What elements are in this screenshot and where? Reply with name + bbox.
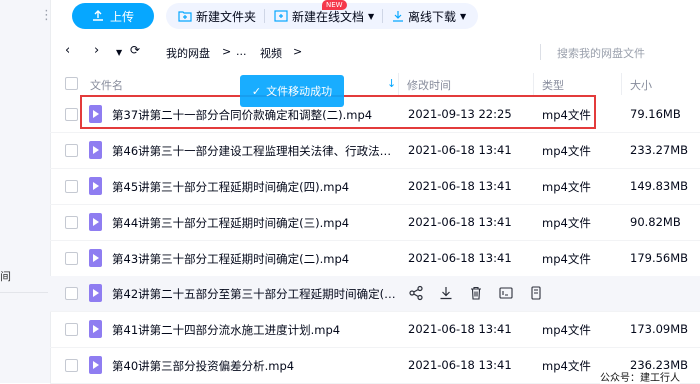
forward-icon[interactable]: ›	[94, 43, 99, 58]
left-sidebar: ⋮ 间	[0, 0, 53, 383]
file-name[interactable]: 第40讲第三部分投资偏差分析.mp4	[112, 358, 402, 374]
file-type: mp4文件	[542, 180, 591, 194]
sidebar-fragment-label[interactable]: 间	[0, 268, 11, 284]
file-modified: 2021-06-18 13:41	[408, 251, 512, 265]
row-checkbox[interactable]	[65, 323, 78, 336]
file-name[interactable]: 第44讲第三十部分工程延期时间确定(三).mp4	[112, 215, 402, 231]
download-icon	[393, 11, 403, 22]
column-type-header[interactable]: 类型	[542, 77, 564, 93]
file-name[interactable]: 第41讲第二十四部分流水施工进度计划.mp4	[112, 322, 402, 338]
file-type: mp4文件	[542, 359, 591, 373]
file-type: mp4文件	[542, 252, 591, 266]
breadcrumb-ellipsis[interactable]: ...	[236, 45, 247, 58]
table-row[interactable]: 第43讲第三十部分工程延期时间确定(二).mp4 2021-06-18 13:4…	[50, 241, 700, 277]
column-divider	[621, 73, 622, 95]
upload-button[interactable]: 上传	[72, 3, 154, 29]
delete-icon[interactable]	[468, 285, 484, 301]
file-size: 149.83MB	[630, 179, 689, 193]
column-size-header[interactable]: 大小	[630, 77, 652, 93]
breadcrumb-separator: >	[222, 45, 232, 58]
file-type: mp4文件	[542, 323, 591, 337]
file-type: mp4文件	[542, 144, 591, 158]
new-online-doc-label: 新建在线文档	[292, 9, 365, 24]
share-icon[interactable]	[408, 285, 424, 301]
file-modified: 2021-06-18 13:41	[408, 143, 512, 157]
file-name[interactable]: 第46讲第三十一部分建设工程监理相关法律、行政法规及...	[112, 143, 402, 159]
breadcrumb-root[interactable]: 我的网盘	[166, 45, 210, 61]
more-options-icon[interactable]	[528, 285, 544, 301]
row-checkbox[interactable]	[65, 287, 78, 300]
table-row[interactable]: 第41讲第二十四部分流水施工进度计划.mp4 2021-06-18 13:41 …	[50, 312, 700, 348]
new-badge: NEW	[322, 0, 347, 10]
table-header: 文件名 ↓ 修改时间 类型 大小	[50, 73, 700, 95]
row-checkbox[interactable]	[65, 180, 78, 193]
search-divider	[540, 44, 541, 60]
breadcrumb-video[interactable]: 视频	[260, 45, 282, 61]
file-type: mp4文件	[542, 216, 591, 230]
file-size: 233.27MB	[630, 143, 689, 157]
video-file-icon	[89, 141, 102, 159]
toast-message: 文件移动成功	[266, 85, 333, 98]
table-row[interactable]: 第46讲第三十一部分建设工程监理相关法律、行政法规及... 2021-06-18…	[50, 133, 700, 169]
file-size: 90.82MB	[630, 215, 681, 229]
refresh-icon[interactable]: ⟳	[130, 43, 140, 57]
search-input[interactable]: 搜索我的网盘文件	[557, 45, 645, 61]
new-folder-button[interactable]: 新建文件夹	[178, 3, 256, 29]
row-checkbox[interactable]	[65, 108, 78, 121]
rename-icon[interactable]	[498, 285, 514, 301]
sidebar-divider	[0, 292, 48, 293]
row-checkbox[interactable]	[65, 359, 78, 372]
row-checkbox[interactable]	[65, 216, 78, 229]
table-row[interactable]: 第44讲第三十部分工程延期时间确定(三).mp4 2021-06-18 13:4…	[50, 205, 700, 241]
table-row[interactable]: 第45讲第三十部分工程延期时间确定(四).mp4 2021-06-18 13:4…	[50, 169, 700, 205]
file-size: 79.16MB	[630, 107, 681, 121]
file-name[interactable]: 第42讲第二十五部分至第三十部分工程延期时间确定(一)....	[112, 286, 402, 302]
select-all-checkbox[interactable]	[65, 77, 78, 90]
chevron-down-icon: ▼	[460, 11, 467, 21]
row-checkbox[interactable]	[65, 144, 78, 157]
file-name[interactable]: 第43讲第三十部分工程延期时间确定(二).mp4	[112, 251, 402, 267]
offline-download-button[interactable]: 离线下载 ▼	[392, 3, 466, 29]
video-file-icon	[89, 249, 102, 267]
tool-divider	[264, 9, 265, 23]
column-modified-header[interactable]: 修改时间	[407, 77, 451, 93]
check-icon: ✓	[251, 84, 262, 98]
file-modified: 2021-06-18 13:41	[408, 215, 512, 229]
history-dropdown-icon[interactable]: ▼	[116, 48, 122, 57]
file-size: 173.09MB	[630, 322, 689, 336]
file-modified: 2021-06-18 13:41	[408, 322, 512, 336]
file-size: 179.56MB	[630, 251, 689, 265]
new-folder-label: 新建文件夹	[196, 9, 257, 24]
breadcrumb-separator: >	[293, 45, 303, 58]
watermark: 公众号：建工行人	[600, 369, 680, 384]
video-file-icon	[89, 177, 102, 195]
video-file-icon	[89, 320, 102, 338]
file-modified: 2021-06-18 13:41	[408, 358, 512, 372]
tool-divider	[382, 9, 383, 23]
success-toast: ✓ 文件移动成功	[240, 75, 344, 107]
new-doc-icon	[274, 10, 288, 22]
new-folder-icon	[178, 11, 192, 22]
row-checkbox[interactable]	[65, 252, 78, 265]
offline-download-label: 离线下载	[408, 9, 457, 24]
sort-arrow-icon[interactable]: ↓	[387, 77, 396, 90]
upload-label: 上传	[109, 9, 134, 24]
upload-icon	[92, 10, 103, 21]
chevron-down-icon: ▼	[368, 11, 375, 21]
column-divider	[398, 73, 399, 95]
nav-bar: ‹ › ▼ ⟳ 我的网盘 > ... 视频 > 搜索我的网盘文件	[50, 38, 700, 66]
download-icon[interactable]	[438, 285, 454, 301]
file-modified: 2021-06-18 13:41	[408, 179, 512, 193]
video-file-icon	[89, 356, 102, 374]
video-file-icon	[89, 284, 102, 302]
file-name[interactable]: 第45讲第三十部分工程延期时间确定(四).mp4	[112, 179, 402, 195]
tool-group: 新建文件夹 新建在线文档 ▼ NEW 离线下载 ▼	[166, 0, 478, 29]
table-row[interactable]: 第42讲第二十五部分至第三十部分工程延期时间确定(一)....	[50, 276, 700, 312]
column-name-header[interactable]: 文件名	[90, 77, 123, 93]
video-file-icon	[89, 213, 102, 231]
back-icon[interactable]: ‹	[65, 43, 70, 58]
more-dots-icon[interactable]: ⋮	[40, 8, 53, 23]
column-divider	[533, 73, 534, 95]
